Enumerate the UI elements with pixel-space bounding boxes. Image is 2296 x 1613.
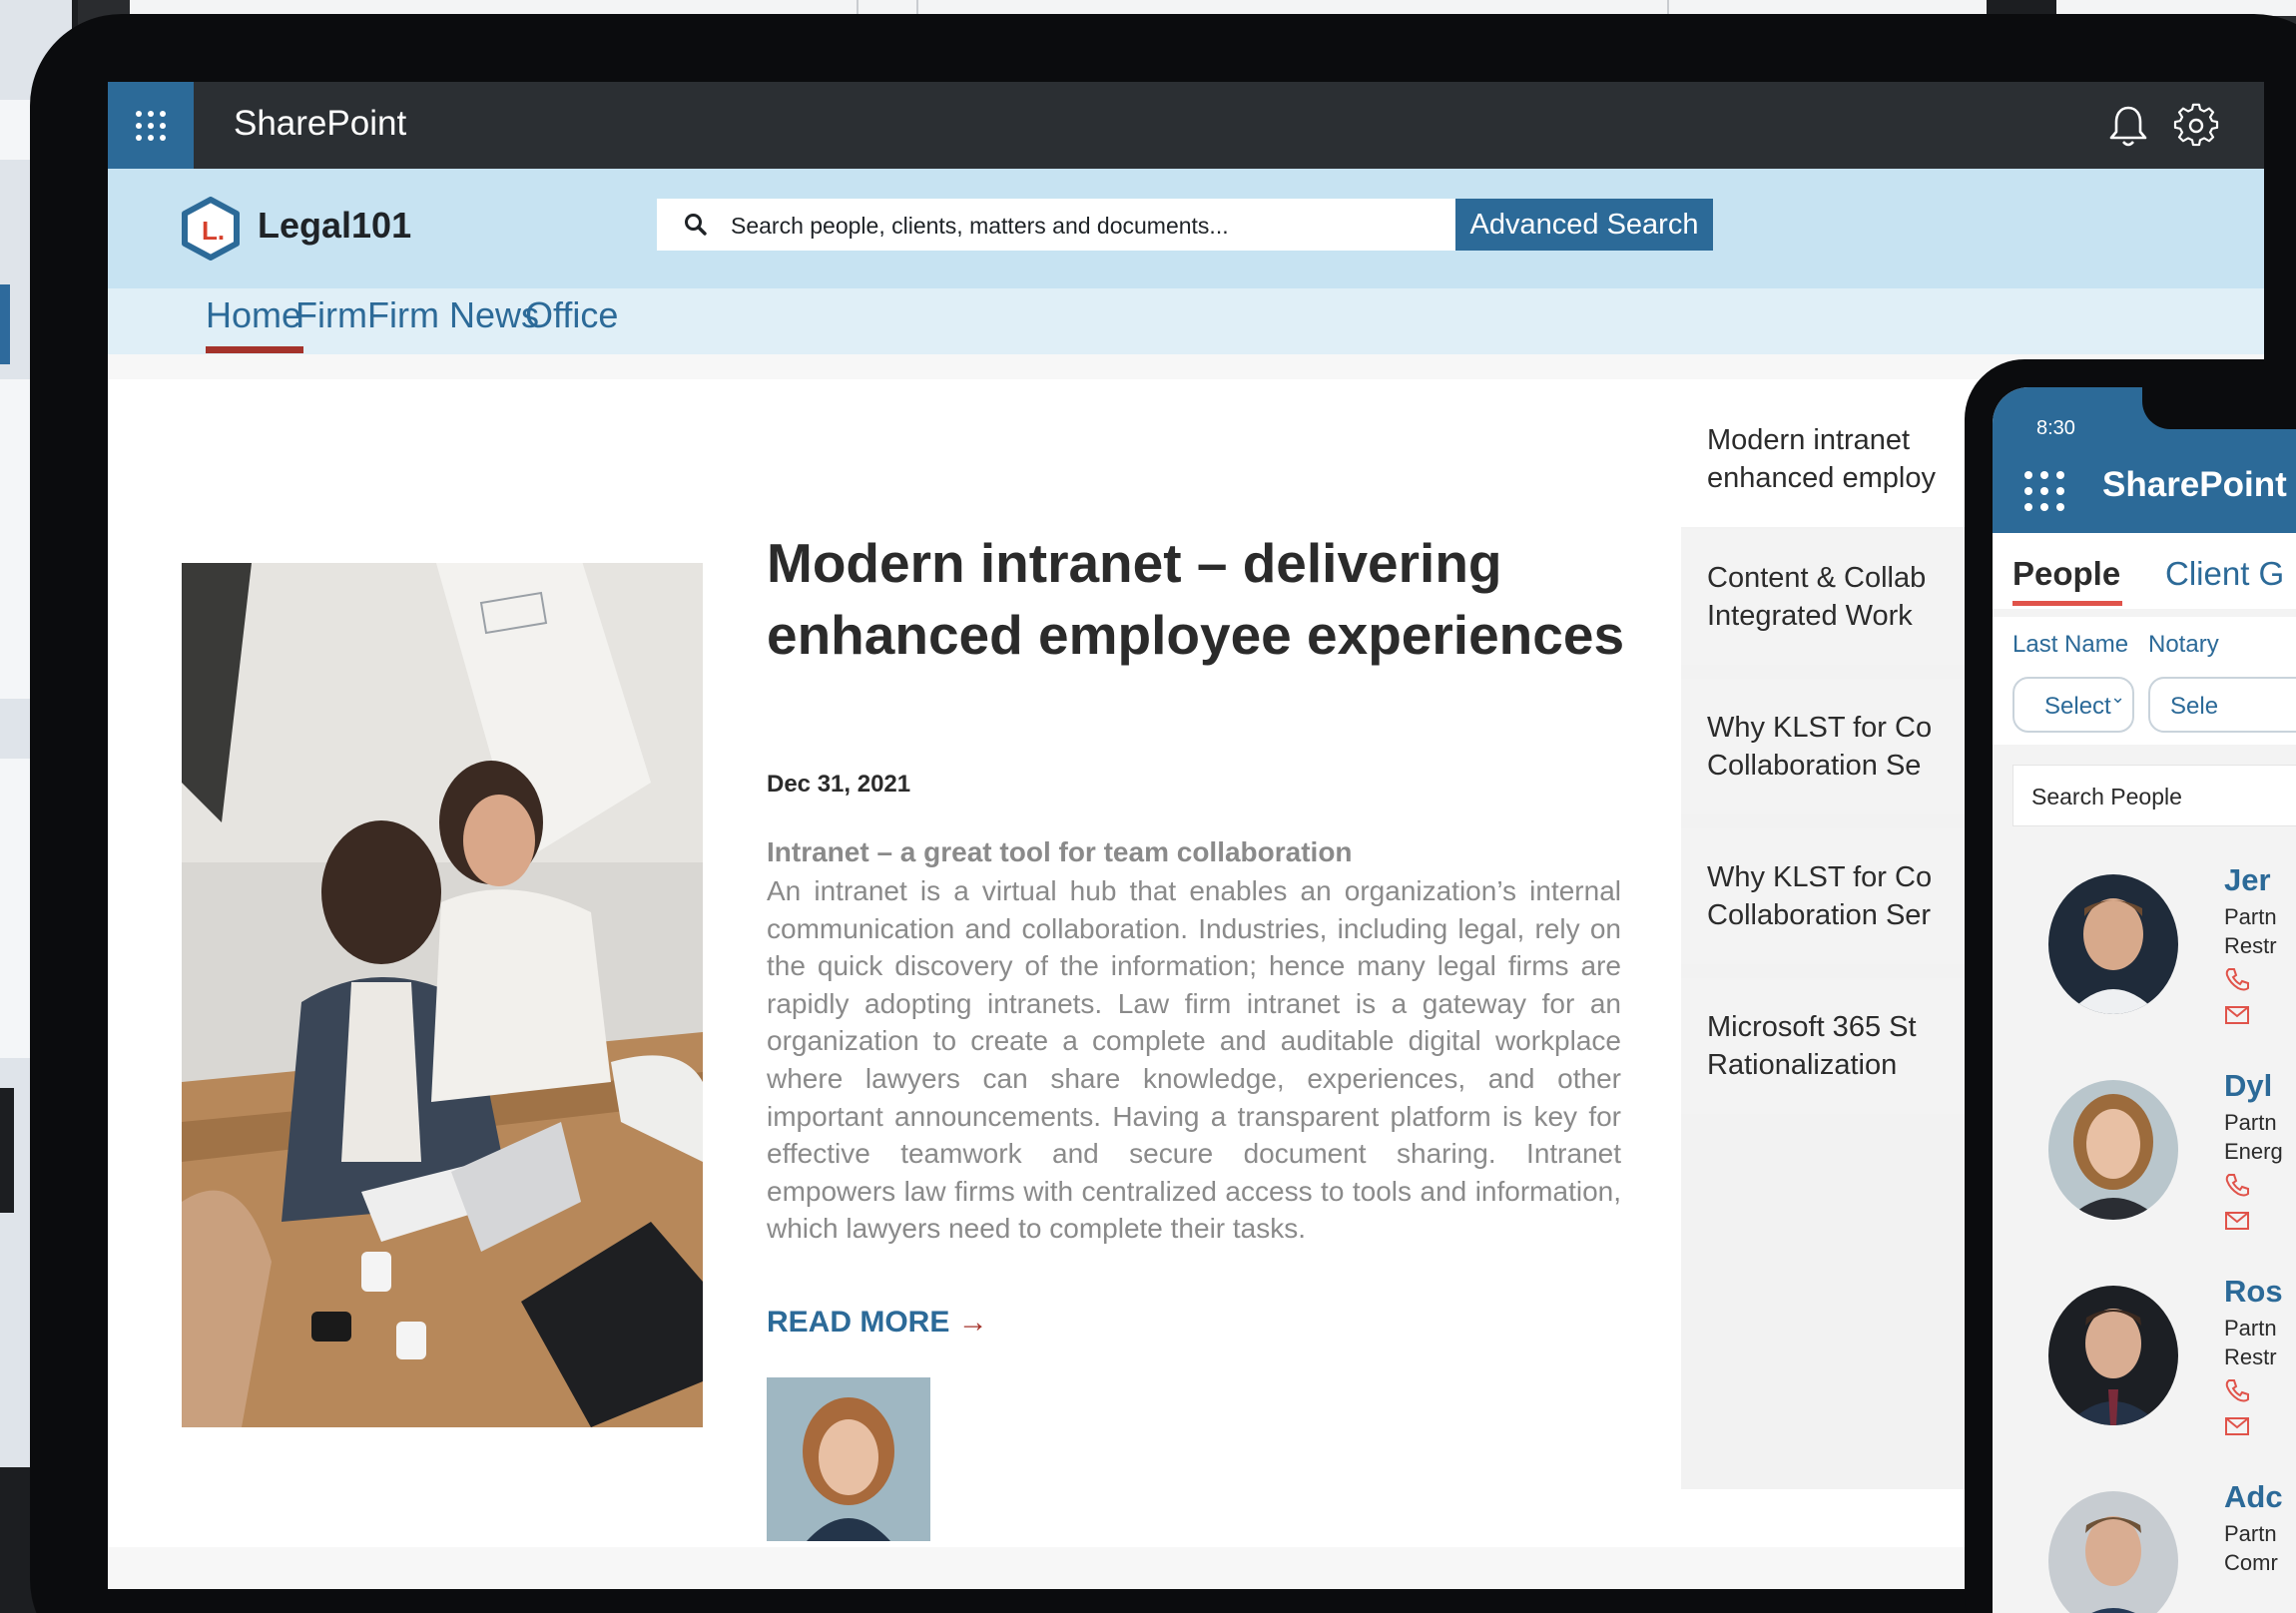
- tab-active-indicator: [2012, 601, 2122, 606]
- mail-icon[interactable]: [2224, 1210, 2250, 1232]
- mail-icon[interactable]: [2224, 1415, 2250, 1437]
- background-bar: [0, 1088, 14, 1213]
- person-card[interactable]: Adc Partn Comr: [1993, 1475, 2296, 1613]
- logo-letter: L.: [202, 216, 225, 246]
- phone-header: 8:30 SharePoint: [1993, 387, 2296, 533]
- person-card[interactable]: Dyl Partn Energ: [1993, 1064, 2296, 1270]
- phone-frame: 8:30 SharePoint People Client G Last Nam…: [1965, 359, 2296, 1613]
- read-more-label: READ MORE: [767, 1306, 950, 1339]
- search-placeholder: Search people, clients, matters and docu…: [731, 213, 1229, 239]
- phone-icon[interactable]: [2224, 1377, 2250, 1403]
- person-title: Partn Restr: [2224, 1316, 2277, 1369]
- app-title: SharePoint: [234, 104, 407, 143]
- article-title[interactable]: Modern intranet – delivering enhanced em…: [767, 527, 1665, 671]
- people-filters: Last Name Notary Select ⌄ Sele: [1993, 617, 2296, 745]
- tab-people[interactable]: People: [2012, 555, 2120, 593]
- person-title: Partn Energ: [2224, 1110, 2283, 1164]
- chevron-down-icon: ⌄: [2110, 687, 2126, 707]
- last-name-select[interactable]: Select ⌄: [2012, 677, 2134, 733]
- person-title: Partn Comr: [2224, 1521, 2278, 1575]
- search-icon: [685, 214, 707, 236]
- person-title: Partn Restr: [2224, 904, 2277, 958]
- person-card[interactable]: Ros Partn Restr: [1993, 1270, 2296, 1475]
- notary-select[interactable]: Sele: [2148, 677, 2296, 733]
- phone-notch: [2142, 387, 2296, 429]
- sharepoint-topbar: SharePoint: [108, 82, 2264, 169]
- article-date: Dec 31, 2021: [767, 771, 911, 798]
- person-avatar: [2048, 874, 2178, 1014]
- person-name[interactable]: Jer: [2224, 862, 2271, 898]
- nav-item-office[interactable]: Office: [525, 294, 618, 336]
- read-more-link[interactable]: READ MORE →: [767, 1306, 988, 1340]
- author-avatar[interactable]: [767, 1377, 930, 1541]
- waffle-icon[interactable]: [2024, 471, 2064, 511]
- person-avatar: [2048, 1491, 2178, 1613]
- people-search-placeholder: Search People: [2031, 784, 2182, 809]
- article-subheading: Intranet – a great tool for team collabo…: [767, 836, 1353, 867]
- bell-icon[interactable]: [2104, 102, 2152, 150]
- nav-item-home[interactable]: Home: [206, 294, 301, 336]
- person-name[interactable]: Ros: [2224, 1274, 2283, 1310]
- article-body: An intranet is a virtual hub that enable…: [767, 875, 1621, 1245]
- phone-icon[interactable]: [2224, 1172, 2250, 1198]
- phone-screen: 8:30 SharePoint People Client G Last Nam…: [1993, 387, 2296, 1613]
- gear-icon[interactable]: [2172, 102, 2220, 150]
- main-content: Modern intranet – delivering enhanced em…: [108, 379, 2064, 1547]
- person-name[interactable]: Adc: [2224, 1479, 2283, 1515]
- background-bluebar: [0, 284, 10, 364]
- filter-label-last-name: Last Name: [2012, 631, 2129, 658]
- brand-name[interactable]: Legal101: [258, 205, 411, 247]
- mail-icon[interactable]: [2224, 1004, 2250, 1026]
- advanced-search-button[interactable]: Advanced Search: [1455, 199, 1713, 251]
- main-nav: Home Firm Firm News Office: [108, 288, 2264, 354]
- filter-label-notary: Notary: [2148, 631, 2219, 658]
- article-hero-image[interactable]: [182, 563, 703, 1427]
- brand-bar: L. Legal101 Search people, clients, matt…: [108, 169, 2264, 288]
- waffle-icon[interactable]: [108, 82, 194, 169]
- person-avatar: [2048, 1286, 2178, 1425]
- search-input[interactable]: Search people, clients, matters and docu…: [657, 199, 1455, 251]
- arrow-right-icon: →: [957, 1306, 988, 1339]
- tab-client-groups[interactable]: Client G: [2165, 555, 2284, 593]
- phone-app-title: SharePoint: [2102, 465, 2287, 504]
- phone-tabs: People Client G: [1993, 533, 2296, 609]
- person-name[interactable]: Dyl: [2224, 1068, 2272, 1104]
- people-search-input[interactable]: Search People: [2012, 765, 2296, 826]
- tablet-screen: SharePoint L. Legal101 Search people, cl…: [108, 82, 2264, 1589]
- phone-status-time: 8:30: [2036, 417, 2075, 439]
- person-avatar: [2048, 1080, 2178, 1220]
- nav-item-firm[interactable]: Firm: [295, 294, 367, 336]
- phone-icon[interactable]: [2224, 966, 2250, 992]
- nav-active-indicator: [206, 346, 303, 353]
- person-card[interactable]: Jer Partn Restr: [1993, 858, 2296, 1064]
- nav-item-firm-news[interactable]: Firm News: [367, 294, 539, 336]
- legal101-logo-icon[interactable]: L.: [180, 197, 242, 261]
